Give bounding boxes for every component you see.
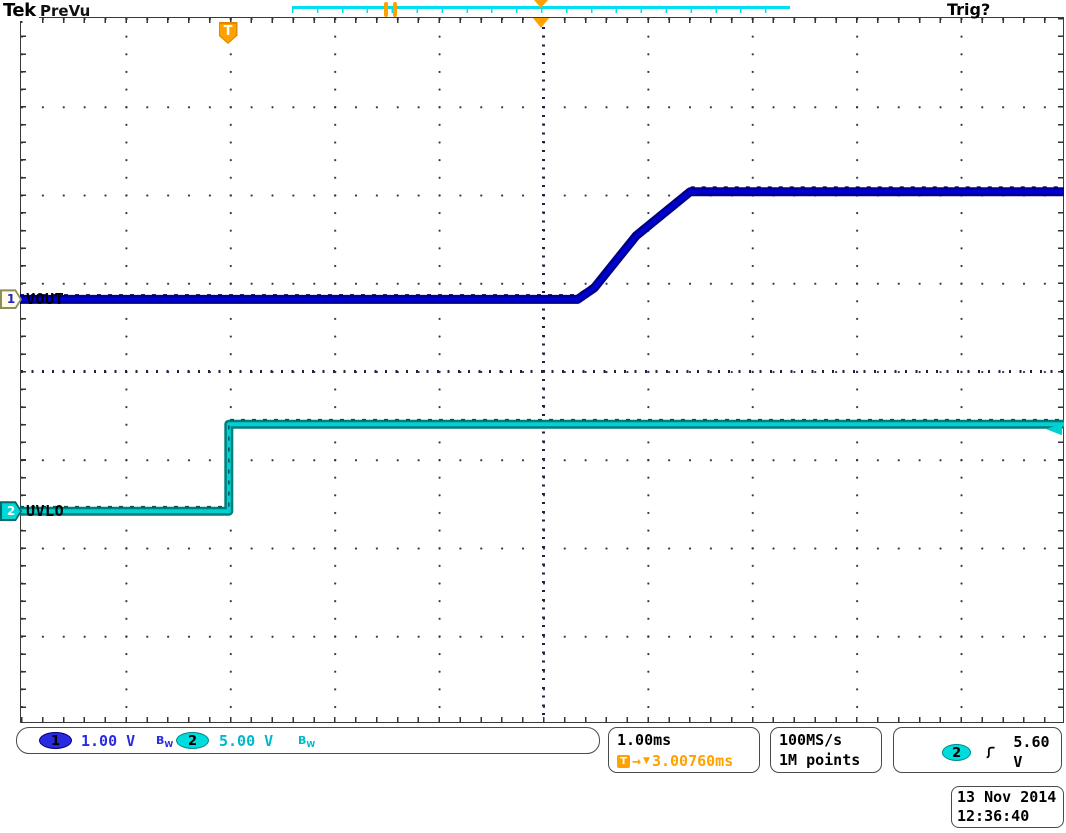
ch1-badge: 1 [39, 732, 72, 749]
trigger-readout-box[interactable]: 2 5.60 V [893, 727, 1062, 773]
date-readout: 13 Nov 2014 [957, 788, 1063, 807]
ch2-ground-marker-number: 2 [2, 503, 20, 519]
ch1-bandwidth-icon: BW [156, 734, 173, 749]
ch2-badge: 2 [176, 732, 209, 749]
window-bracket-right-icon[interactable] [393, 2, 397, 17]
oscilloscope-screen: Tek PreVu Trig? T 1 VOUT 2 UVLO 1 1.00 V [0, 0, 1066, 833]
ch1-badge-number: 1 [51, 734, 60, 749]
sample-rate-readout: 100MS/s [779, 730, 881, 750]
ch2-trace-label: UVLO [26, 502, 64, 520]
time-readout: 12:36:40 [957, 807, 1063, 826]
window-bracket-left-icon[interactable] [384, 2, 388, 17]
record-view-ticks [292, 9, 790, 13]
ch2-ground-marker[interactable]: 2 [0, 501, 22, 521]
datetime-box: 13 Nov 2014 12:36:40 [951, 786, 1064, 828]
delay-marker-icon: ▼ [643, 756, 650, 766]
tek-logo: Tek [3, 0, 39, 21]
waveform-canvas [20, 17, 1064, 723]
trigger-status: Trig? [947, 0, 990, 19]
ch2-badge-number: 2 [188, 734, 197, 749]
timebase-readout: 1.00ms [617, 730, 759, 750]
trigger-source-badge: 2 [942, 744, 971, 761]
ch1-ground-marker-number: 1 [2, 291, 20, 307]
delay-arrow-icon: → [632, 751, 641, 771]
record-trigger-position-icon [534, 0, 548, 8]
acquisition-readout-box[interactable]: 100MS/s 1M points [770, 727, 882, 773]
ch1-trace-label: VOUT [26, 290, 64, 308]
expansion-point-marker-icon[interactable] [533, 18, 549, 28]
trigger-delay-readout: 3.00760ms [652, 751, 733, 771]
channel-readout-box[interactable]: 1 1.00 V BW 2 5.00 V BW [16, 727, 600, 754]
trigger-t-icon: T [617, 755, 630, 768]
horizontal-readout-box[interactable]: 1.00ms T→▼3.00760ms [608, 727, 760, 773]
ch1-scale-readout: 1.00 V [81, 732, 135, 750]
rising-edge-slope-icon [984, 744, 997, 761]
trigger-source-number: 2 [952, 746, 961, 761]
acquisition-status: PreVu [40, 2, 90, 20]
record-length-readout: 1M points [779, 750, 881, 770]
trigger-level-readout: 5.60 V [1013, 732, 1061, 772]
ch2-scale-readout: 5.00 V [219, 732, 273, 750]
ch1-ground-marker[interactable]: 1 [0, 289, 22, 309]
ch2-bandwidth-icon: BW [298, 734, 315, 749]
